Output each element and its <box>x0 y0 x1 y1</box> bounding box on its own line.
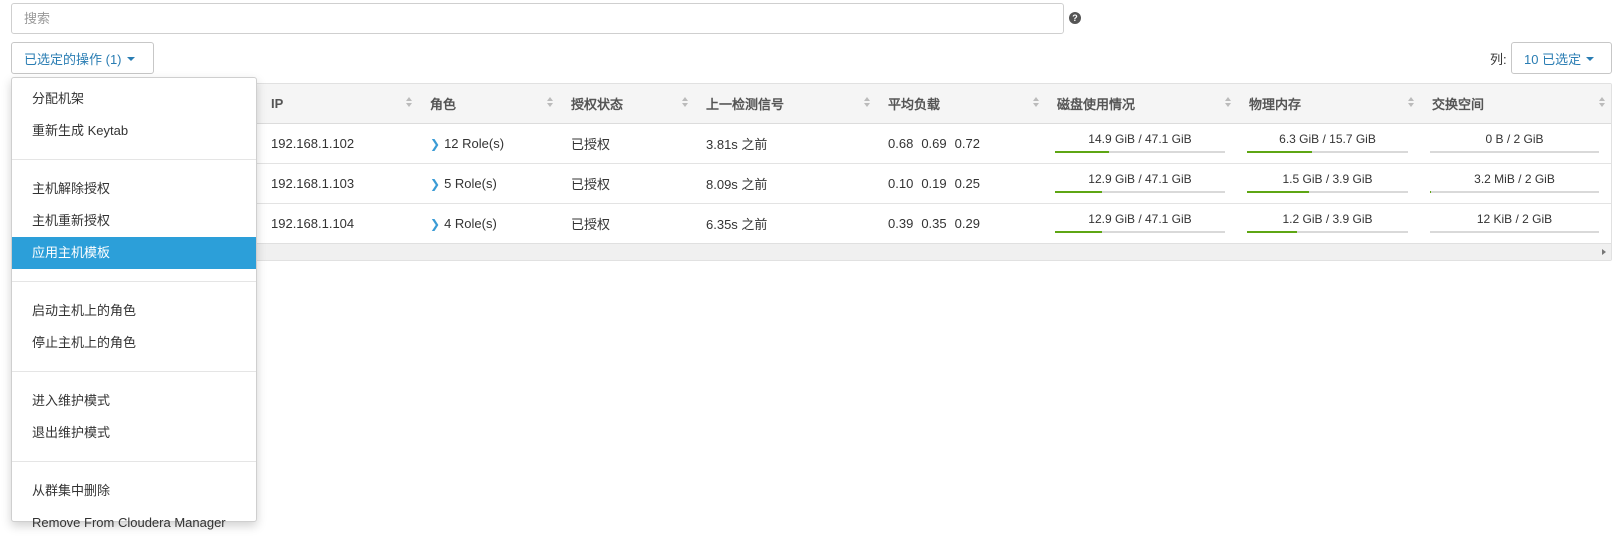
memory-usage-bar <box>1247 191 1309 193</box>
swap-cell: 3.2 MiB / 2 GiB <box>1422 163 1611 204</box>
chevron-right-icon[interactable]: ❯ <box>430 177 440 191</box>
sort-icon <box>406 97 412 109</box>
ip-cell: 192.168.1.104 <box>261 203 420 244</box>
sort-icon <box>1225 97 1231 109</box>
chevron-right-icon[interactable]: ❯ <box>430 217 440 231</box>
auth-status-cell: 已授权 <box>561 123 696 164</box>
columns-selected-label: 10 已选定 <box>1524 51 1582 67</box>
disk-usage-bar <box>1055 191 1102 193</box>
heartbeat-cell: 3.81s 之前 <box>696 123 878 164</box>
auth-status-cell: 已授权 <box>561 163 696 204</box>
memory-cell: 1.5 GiB / 3.9 GiB <box>1239 163 1422 204</box>
memory-cell: 1.2 GiB / 3.9 GiB <box>1239 203 1422 244</box>
swap-cell: 0 B / 2 GiB <box>1422 123 1611 164</box>
selected-actions-button[interactable]: 已选定的操作 (1) <box>11 42 154 74</box>
search-input[interactable] <box>11 3 1064 34</box>
column-header-roles[interactable]: 角色 <box>420 84 561 124</box>
chevron-right-icon[interactable]: ❯ <box>430 137 440 151</box>
menu-item-decommission-host[interactable]: 主机解除授权 <box>12 173 256 205</box>
ip-cell: 192.168.1.103 <box>261 163 420 204</box>
disk-usage-bar <box>1055 151 1109 153</box>
disk-usage-cell: 12.9 GiB / 47.1 GiB <box>1047 163 1239 204</box>
caret-down-icon <box>126 56 135 61</box>
swap-cell: 12 KiB / 2 GiB <box>1422 203 1611 244</box>
help-icon[interactable]: ? <box>1069 12 1081 24</box>
column-header-disk-usage[interactable]: 磁盘使用情况 <box>1047 84 1239 124</box>
menu-item-exit-maintenance[interactable]: 退出维护模式 <box>12 417 256 449</box>
menu-item-stop-roles[interactable]: 停止主机上的角色 <box>12 327 256 359</box>
column-header-ip[interactable]: IP <box>261 84 420 124</box>
load-average-cell: 0.68 0.69 0.72 <box>878 123 1047 164</box>
disk-usage-cell: 12.9 GiB / 47.1 GiB <box>1047 203 1239 244</box>
sort-icon <box>1033 97 1039 109</box>
menu-item-start-roles[interactable]: 启动主机上的角色 <box>12 295 256 327</box>
column-header-physical-memory[interactable]: 物理内存 <box>1239 84 1422 124</box>
menu-item-assign-rack[interactable]: 分配机架 <box>12 83 256 115</box>
menu-divider <box>12 281 256 282</box>
actions-dropdown-menu: 分配机架 重新生成 Keytab 主机解除授权 主机重新授权 应用主机模板 启动… <box>11 77 257 530</box>
sort-icon <box>547 97 553 109</box>
caret-down-icon <box>1586 56 1595 61</box>
menu-item-remove-from-cloudera-manager[interactable]: Remove From Cloudera Manager <box>12 507 256 539</box>
heartbeat-cell: 6.35s 之前 <box>696 203 878 244</box>
columns-selected-button[interactable]: 10 已选定 <box>1511 42 1612 74</box>
menu-item-regenerate-keytab[interactable]: 重新生成 Keytab <box>12 115 256 147</box>
menu-item-enter-maintenance[interactable]: 进入维护模式 <box>12 385 256 417</box>
column-header-auth-status[interactable]: 授权状态 <box>561 84 696 124</box>
roles-cell[interactable]: ❯ 12 Role(s) <box>420 123 561 164</box>
column-header-last-heartbeat[interactable]: 上一检测信号 <box>696 84 878 124</box>
roles-cell[interactable]: ❯ 5 Role(s) <box>420 163 561 204</box>
columns-label: 列: <box>1490 52 1507 67</box>
selected-actions-label: 已选定的操作 (1) <box>24 51 122 67</box>
menu-item-remove-from-cluster[interactable]: 从群集中删除 <box>12 475 256 507</box>
memory-cell: 6.3 GiB / 15.7 GiB <box>1239 123 1422 164</box>
ip-cell: 192.168.1.102 <box>261 123 420 164</box>
menu-item-apply-host-template[interactable]: 应用主机模板 <box>12 237 256 269</box>
load-average-cell: 0.10 0.19 0.25 <box>878 163 1047 204</box>
sort-icon <box>1599 97 1605 109</box>
auth-status-cell: 已授权 <box>561 203 696 244</box>
memory-usage-bar <box>1247 151 1312 153</box>
menu-divider <box>12 461 256 462</box>
sort-icon <box>864 97 870 109</box>
menu-item-recommission-host[interactable]: 主机重新授权 <box>12 205 256 237</box>
load-average-cell: 0.39 0.35 0.29 <box>878 203 1047 244</box>
menu-divider <box>12 371 256 372</box>
sort-icon <box>1408 97 1414 109</box>
column-header-swap-space[interactable]: 交换空间 <box>1422 84 1611 124</box>
disk-usage-cell: 14.9 GiB / 47.1 GiB <box>1047 123 1239 164</box>
menu-divider <box>12 159 256 160</box>
scroll-right-icon[interactable] <box>1602 249 1606 255</box>
roles-cell[interactable]: ❯ 4 Role(s) <box>420 203 561 244</box>
sort-icon <box>682 97 688 109</box>
memory-usage-bar <box>1247 231 1297 233</box>
heartbeat-cell: 8.09s 之前 <box>696 163 878 204</box>
disk-usage-bar <box>1055 231 1102 233</box>
column-header-load-average[interactable]: 平均负载 <box>878 84 1047 124</box>
